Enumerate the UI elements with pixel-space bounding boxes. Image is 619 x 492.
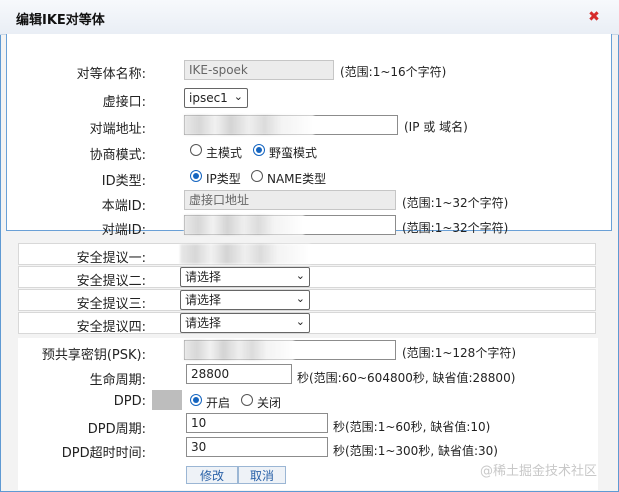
dpd-label: DPD: xyxy=(113,394,146,409)
proposal2-label: 安全提议二: xyxy=(76,274,146,289)
main-mode-label: 主模式 xyxy=(206,146,243,160)
id-type-label: ID类型: xyxy=(101,174,146,189)
peer-name-field: IKE-spoek xyxy=(184,60,334,80)
virtual-interface-select[interactable]: ipsec1 ⌄ xyxy=(184,88,248,108)
virtual-interface-label: 虚接口: xyxy=(102,95,146,110)
chevron-down-icon: ⌄ xyxy=(295,292,305,305)
ip-type-label: IP类型 xyxy=(206,172,241,186)
proposal4-label: 安全提议四: xyxy=(76,320,146,335)
psk-hint: (范围:1~128个字符) xyxy=(402,346,517,360)
chevron-down-icon: ⌄ xyxy=(233,90,243,103)
psk-label: 预共享密钥(PSK): xyxy=(41,348,146,363)
proposal2-value: 请选择 xyxy=(185,270,222,284)
watermark-text: @稀土掘金技术社区 xyxy=(480,464,598,479)
remote-address-hint: (IP 或 域名) xyxy=(404,120,468,134)
dpd-timeout-hint: 秒(范围:1~300秒, 缺省值:30) xyxy=(333,444,498,458)
radio-dpd-on[interactable] xyxy=(190,394,202,406)
radio-dpd-off[interactable] xyxy=(241,394,253,406)
proposal3-value: 请选择 xyxy=(185,293,222,307)
peer-name-label: 对等体名称: xyxy=(76,67,146,82)
local-id-label: 本端ID: xyxy=(101,199,146,214)
lifetime-label: 生命周期: xyxy=(89,373,146,388)
remote-id-label: 对端ID: xyxy=(101,223,146,238)
local-id-hint: (范围:1~32个字符) xyxy=(402,196,509,210)
remote-id-hint: (范围:1~32个字符) xyxy=(402,221,509,235)
dpd-on-label: 开启 xyxy=(206,396,231,410)
aggressive-mode-label: 野蛮模式 xyxy=(269,146,318,160)
modify-button[interactable]: 修改 xyxy=(186,466,238,484)
remote-address-label: 对端地址: xyxy=(89,122,146,137)
radio-name-type[interactable] xyxy=(251,170,263,182)
radio-aggressive-mode[interactable] xyxy=(253,144,265,156)
proposal1-label: 安全提议一: xyxy=(76,251,146,266)
dpd-period-field[interactable]: 10 xyxy=(186,413,328,433)
redacted-blur xyxy=(184,115,314,135)
redacted-blur xyxy=(180,244,310,264)
dpd-period-hint: 秒(范围:1~60秒, 缺省值:10) xyxy=(333,420,491,434)
lifetime-hint: 秒(范围:60~604800秒, 缺省值:28800) xyxy=(297,371,516,385)
virtual-interface-value: ipsec1 xyxy=(189,91,228,105)
dpd-off-label: 关闭 xyxy=(257,396,282,410)
proposal2-select[interactable]: 请选择 ⌄ xyxy=(180,267,310,287)
proposal4-select[interactable]: 请选择 ⌄ xyxy=(180,313,310,333)
local-id-field: 虚接口地址 xyxy=(184,190,396,210)
negotiation-mode-label: 协商模式: xyxy=(89,148,146,163)
chevron-down-icon: ⌄ xyxy=(295,315,305,328)
dpd-indicator xyxy=(152,390,182,410)
cancel-button[interactable]: 取消 xyxy=(238,466,286,484)
proposal4-value: 请选择 xyxy=(185,316,222,330)
redacted-blur xyxy=(184,215,304,235)
dpd-timeout-field[interactable]: 30 xyxy=(186,437,328,457)
dialog-titlebar: 编辑IKE对等体 ✖ xyxy=(0,0,619,35)
lifetime-field[interactable]: 28800 xyxy=(186,364,292,384)
dpd-period-label: DPD周期: xyxy=(87,422,146,437)
proposal3-select[interactable]: 请选择 ⌄ xyxy=(180,290,310,310)
chevron-down-icon: ⌄ xyxy=(295,269,305,282)
redacted-blur xyxy=(184,340,294,360)
radio-ip-type[interactable] xyxy=(190,170,202,182)
peer-name-hint: (范围:1~16个字符) xyxy=(340,65,447,79)
radio-main-mode[interactable] xyxy=(190,144,202,156)
proposal3-label: 安全提议三: xyxy=(76,297,146,312)
close-icon[interactable]: ✖ xyxy=(586,9,602,25)
dialog-title: 编辑IKE对等体 xyxy=(16,13,105,28)
dpd-timeout-label: DPD超时时间: xyxy=(61,446,146,461)
name-type-label: NAME类型 xyxy=(267,172,327,186)
